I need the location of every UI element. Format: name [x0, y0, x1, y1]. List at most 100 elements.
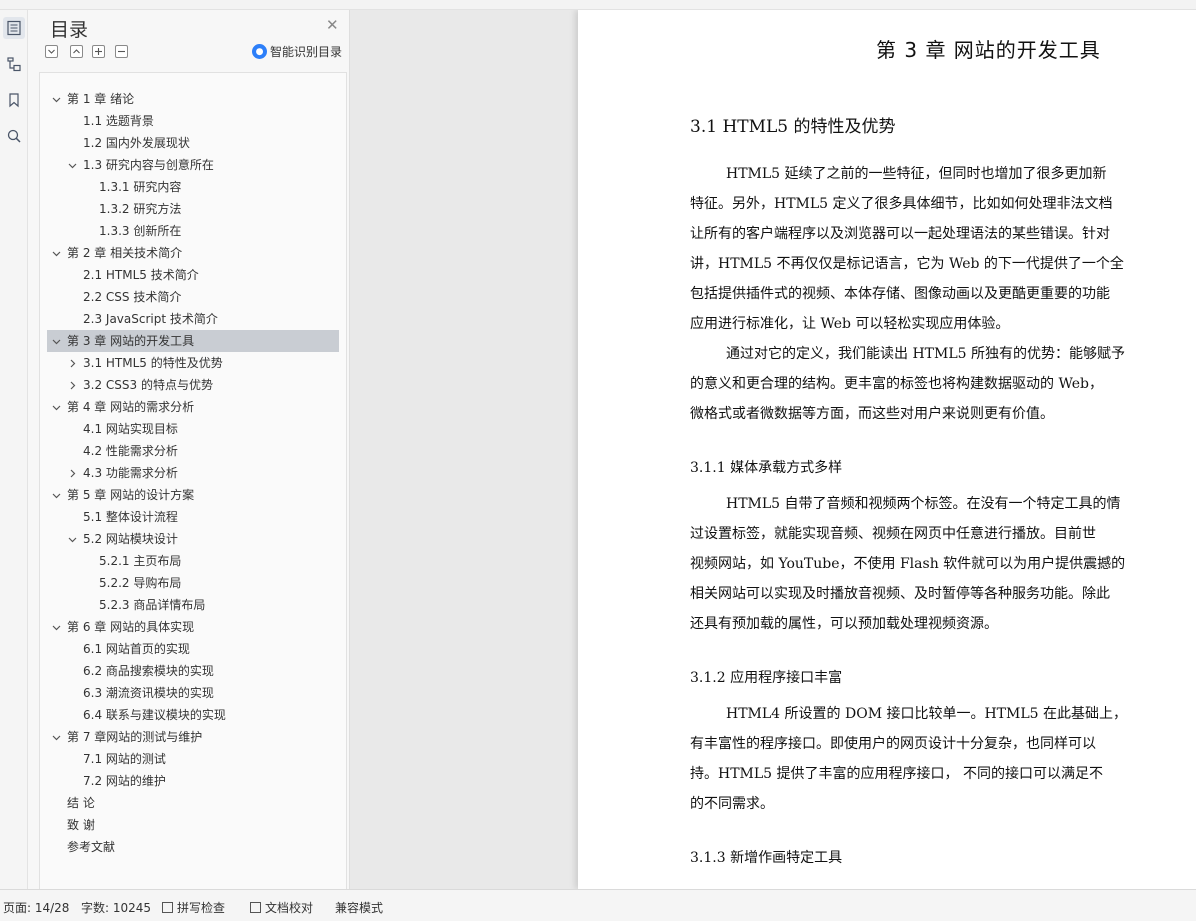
chevron-down-icon[interactable]: [50, 726, 62, 748]
paragraph-line: HTML5 延续了之前的一些特征，但同时也增加了很多更加新: [726, 166, 1107, 182]
proofread-button[interactable]: 文档校对: [250, 899, 313, 916]
toc-item-label: 1.3.1 研究内容: [99, 180, 182, 194]
spell-check-label: 拼写检查: [177, 901, 226, 915]
add-level-button[interactable]: [92, 45, 105, 58]
paragraph-line: 特征。另外，HTML5 定义了很多具体细节，比如如何处理非法文档: [690, 196, 1113, 212]
toc-item[interactable]: 3.1 HTML5 的特性及优势: [47, 352, 339, 374]
toc-item-label: 第 2 章 相关技术简介: [67, 246, 183, 260]
chevron-down-icon[interactable]: [50, 616, 62, 638]
toc-item-label: 6.4 联系与建议模块的实现: [83, 708, 226, 722]
toc-item[interactable]: 7.1 网站的测试: [47, 748, 339, 770]
paragraph-line: 过设置标签，就能实现音频、视频在网页中任意进行播放。目前世: [690, 526, 1096, 542]
toc-item[interactable]: 5.2.2 导购布局: [47, 572, 339, 594]
toc-item-label: 3.2 CSS3 的特点与优势: [83, 378, 213, 392]
paragraph-line: HTML5 自带了音频和视频两个标签。在没有一个特定工具的情: [726, 496, 1121, 512]
toc-item-label: 7.2 网站的维护: [83, 774, 166, 788]
paragraph-line: 的不同需求。: [690, 796, 774, 812]
toc-item[interactable]: 第 6 章 网站的具体实现: [47, 616, 339, 638]
status-bar: 页面: 14/28 字数: 10245 拼写检查 文档校对 兼容模式: [0, 889, 1196, 921]
chevron-right-icon[interactable]: [66, 374, 78, 396]
toc-item[interactable]: 7.2 网站的维护: [47, 770, 339, 792]
toc-item[interactable]: 2.3 JavaScript 技术简介: [47, 308, 339, 330]
subsection-heading-3: 3.1.3 新增作画特定工具: [690, 850, 843, 866]
close-icon[interactable]: ✕: [326, 16, 339, 34]
toc-panel: 目录 ✕ ● 智能识别目录 第 1 章 绪论 1.1 选题背景 1.2 国内外发展现…: [28, 10, 350, 890]
toc-item-label: 2.3 JavaScript 技术简介: [83, 312, 218, 326]
toc-item[interactable]: 1.3 研究内容与创意所在: [47, 154, 339, 176]
side-icon-rail: [0, 10, 28, 889]
toc-item[interactable]: 1.2 国内外发展现状: [47, 132, 339, 154]
toc-item[interactable]: 6.3 潮流资讯模块的实现: [47, 682, 339, 704]
toc-item-label: 第 4 章 网站的需求分析: [67, 400, 195, 414]
word-count[interactable]: 字数: 10245: [81, 899, 151, 916]
toc-item[interactable]: 第 4 章 网站的需求分析: [47, 396, 339, 418]
toc-item-label: 结 论: [67, 796, 95, 810]
expand-up-button[interactable]: [70, 45, 83, 58]
search-icon[interactable]: [3, 125, 25, 147]
chevron-right-icon[interactable]: [66, 352, 78, 374]
chevron-down-icon[interactable]: [66, 528, 78, 550]
toc-item[interactable]: 第 7 章网站的测试与维护: [47, 726, 339, 748]
toc-item-label: 致 谢: [67, 818, 95, 832]
paragraph-line: 应用进行标准化，让 Web 可以轻松实现应用体验。: [690, 316, 1010, 332]
toc-item[interactable]: 6.2 商品搜索模块的实现: [47, 660, 339, 682]
paragraph-line: 持。HTML5 提供了丰富的应用程序接口， 不同的接口可以满足不: [690, 766, 1103, 782]
toc-item-label: 5.2.2 导购布局: [99, 576, 182, 590]
toc-item[interactable]: 参考文献: [47, 836, 339, 858]
toc-panel-icon[interactable]: [3, 17, 25, 39]
toc-item-label: 4.3 功能需求分析: [83, 466, 178, 480]
toc-item[interactable]: 4.3 功能需求分析: [47, 462, 339, 484]
toc-item[interactable]: 第 3 章 网站的开发工具: [47, 330, 339, 352]
smart-toc-label: 智能识别目录: [270, 45, 343, 59]
toc-item[interactable]: 2.1 HTML5 技术简介: [47, 264, 339, 286]
chevron-down-icon[interactable]: [50, 242, 62, 264]
bookmark-icon[interactable]: [3, 89, 25, 111]
outline-icon[interactable]: [3, 53, 25, 75]
toc-item-label: 5.2 网站模块设计: [83, 532, 178, 546]
remove-level-button[interactable]: [115, 45, 128, 58]
chevron-down-icon[interactable]: [50, 330, 62, 352]
chevron-down-icon[interactable]: [66, 154, 78, 176]
toc-item[interactable]: 结 论: [47, 792, 339, 814]
chevron-right-icon[interactable]: [66, 462, 78, 484]
page-indicator[interactable]: 页面: 14/28: [3, 899, 69, 916]
toc-item[interactable]: 1.1 选题背景: [47, 110, 339, 132]
toc-item[interactable]: 1.3.2 研究方法: [47, 198, 339, 220]
paragraph-line: 通过对它的定义，我们能读出 HTML5 所独有的优势：能够赋予: [726, 346, 1125, 362]
toc-item[interactable]: 1.3.1 研究内容: [47, 176, 339, 198]
toc-item[interactable]: 1.3.3 创新所在: [47, 220, 339, 242]
toc-item[interactable]: 5.2.3 商品详情布局: [47, 594, 339, 616]
app-window: 目录 ✕ ● 智能识别目录 第 1 章 绪论 1.1 选题背景 1.2 国内外发展现…: [0, 0, 1196, 921]
chevron-down-icon[interactable]: [50, 88, 62, 110]
toc-item[interactable]: 第 1 章 绪论: [47, 88, 339, 110]
toc-title: 目录: [50, 19, 89, 41]
toc-item[interactable]: 致 谢: [47, 814, 339, 836]
toc-item[interactable]: 3.2 CSS3 的特点与优势: [47, 374, 339, 396]
paragraph-line: 有丰富性的程序接口。即使用户的网页设计十分复杂，也同样可以: [690, 736, 1096, 752]
paragraph-line: 微格式或者微数据等方面，而这些对用户来说则更有价值。: [690, 406, 1054, 422]
subsection-heading-2: 3.1.2 应用程序接口丰富: [690, 670, 843, 686]
toc-item[interactable]: 6.4 联系与建议模块的实现: [47, 704, 339, 726]
toc-item[interactable]: 第 5 章 网站的设计方案: [47, 484, 339, 506]
smart-toc-button[interactable]: ● 智能识别目录: [252, 43, 342, 60]
toc-item-label: 5.2.3 商品详情布局: [99, 598, 206, 612]
spell-check-button[interactable]: 拼写检查: [162, 899, 225, 916]
toc-item[interactable]: 5.1 整体设计流程: [47, 506, 339, 528]
toc-item-label: 4.2 性能需求分析: [83, 444, 178, 458]
toc-item[interactable]: 2.2 CSS 技术简介: [47, 286, 339, 308]
toc-item[interactable]: 5.2.1 主页布局: [47, 550, 339, 572]
toc-item[interactable]: 4.1 网站实现目标: [47, 418, 339, 440]
toc-item-label: 1.1 选题背景: [83, 114, 154, 128]
chevron-down-icon[interactable]: [50, 484, 62, 506]
toc-item[interactable]: 第 2 章 相关技术简介: [47, 242, 339, 264]
toc-item[interactable]: 6.1 网站首页的实现: [47, 638, 339, 660]
toc-tree: 第 1 章 绪论 1.1 选题背景 1.2 国内外发展现状 1.3 研究内容与创意所在…: [39, 72, 347, 890]
toc-item[interactable]: 5.2 网站模块设计: [47, 528, 339, 550]
toc-item-label: 第 3 章 网站的开发工具: [67, 334, 195, 348]
paragraph-line: 视频网站，如 YouTube，不使用 Flash 软件就可以为用户提供震撼的: [690, 556, 1126, 572]
toc-item-label: 1.2 国内外发展现状: [83, 136, 190, 150]
toc-item[interactable]: 4.2 性能需求分析: [47, 440, 339, 462]
toc-item-label: 1.3.2 研究方法: [99, 202, 182, 216]
collapse-dropdown-button[interactable]: [45, 45, 58, 58]
chevron-down-icon[interactable]: [50, 396, 62, 418]
